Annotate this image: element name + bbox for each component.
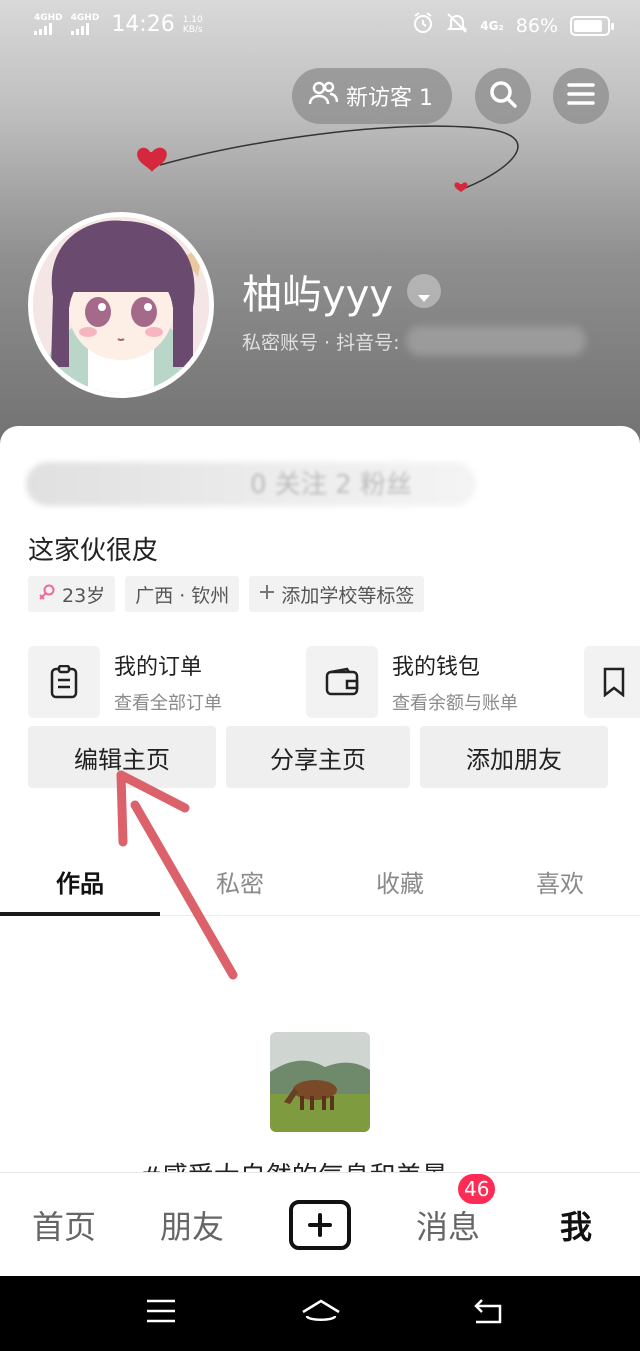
net-speed: 1.10 KB/s	[182, 14, 203, 35]
new-visitors-button[interactable]: 新访客 1	[292, 68, 452, 124]
account-info-text: 私密账号 · 抖音号:	[242, 331, 400, 354]
nav-messages-label: 消息	[415, 1207, 480, 1246]
tab-private[interactable]: 私密	[160, 848, 320, 915]
more-service-button[interactable]	[584, 646, 640, 718]
tab-works[interactable]: 作品	[0, 848, 160, 916]
add-school-tag-label: 添加学校等标签	[281, 584, 415, 607]
add-school-tag-button[interactable]: 添加学校等标签	[249, 576, 425, 612]
battery-icon	[570, 15, 614, 36]
add-friend-button[interactable]: 添加朋友	[420, 726, 608, 788]
follow-stats[interactable]: 0 关注 2 粉丝	[250, 464, 412, 501]
edit-profile-button[interactable]: 编辑主页	[28, 726, 216, 788]
username: 柚屿yyy	[242, 262, 442, 320]
age-tag[interactable]: 23岁	[28, 576, 116, 612]
location-tag-label: 广西 · 钦州	[135, 584, 230, 607]
users-icon	[308, 80, 339, 112]
recent-apps-icon[interactable]	[145, 1298, 177, 1328]
profile-card: 0 关注 2 粉丝 这家伙很皮 23岁 广西 · 钦州 添加学校等标签 我的订单…	[0, 426, 640, 1186]
battery-percent: 86%	[515, 14, 558, 37]
female-icon	[38, 583, 56, 606]
nav-me[interactable]: 我	[512, 1202, 640, 1248]
share-profile-button[interactable]: 分享主页	[226, 726, 410, 788]
status-bar: 4GHD 4GHD 14:26 1.10 KB/s 4G₂ 86%	[0, 0, 640, 50]
menu-icon	[567, 82, 595, 110]
profile-actions: 编辑主页 分享主页 添加朋友	[28, 726, 608, 788]
bottom-navigation: 首页 朋友 消息 46 我	[0, 1171, 640, 1276]
home-icon[interactable]	[300, 1298, 342, 1332]
my-wallet-button[interactable]: 我的钱包 查看余额与账单	[306, 646, 584, 718]
new-visitors-label: 新访客 1	[346, 86, 433, 111]
plus-icon	[289, 1199, 351, 1250]
account-switch-button[interactable]	[407, 274, 442, 308]
bookmark-icon	[584, 646, 640, 718]
nav-messages[interactable]: 消息 46	[384, 1171, 512, 1248]
bio: 这家伙很皮	[28, 536, 159, 566]
tab-favorites[interactable]: 收藏	[320, 848, 480, 915]
account-info: 私密账号 · 抖音号:	[242, 326, 586, 356]
alarm-icon	[412, 12, 434, 39]
menu-button[interactable]	[553, 68, 609, 124]
blurred-douyin-id	[405, 326, 586, 356]
messages-badge: 46	[456, 1171, 498, 1206]
signal-indicator-2: 4GHD	[70, 14, 99, 35]
services-row: 我的订单 查看全部订单 我的钱包 查看余额与账单	[28, 646, 640, 718]
chevron-down-icon	[417, 268, 431, 314]
profile-screen: 4GHD 4GHD 14:26 1.10 KB/s 4G₂ 86% 新访客 1 …	[0, 0, 640, 1276]
tab-likes[interactable]: 喜欢	[480, 848, 640, 915]
nav-create[interactable]	[256, 1199, 384, 1250]
network-type: 4G₂	[480, 18, 504, 33]
mute-icon	[446, 12, 468, 39]
age-tag-label: 23岁	[62, 584, 106, 607]
location-tag[interactable]: 广西 · 钦州	[125, 576, 240, 612]
my-wallet-subtitle: 查看余额与账单	[392, 693, 518, 714]
my-orders-button[interactable]: 我的订单 查看全部订单	[28, 646, 306, 718]
order-icon	[28, 646, 100, 718]
profile-tags: 23岁 广西 · 钦州 添加学校等标签	[28, 576, 425, 612]
username-text: 柚屿yyy	[242, 272, 394, 318]
search-button[interactable]	[475, 68, 531, 124]
cow-grazing-image	[270, 1032, 370, 1132]
my-orders-subtitle: 查看全部订单	[114, 693, 222, 714]
wallet-icon	[306, 646, 378, 718]
search-icon	[488, 79, 518, 113]
heart-doodle-decoration	[137, 125, 519, 192]
my-orders-title: 我的订单	[114, 655, 203, 680]
system-navigation-bar	[0, 1276, 640, 1351]
back-icon[interactable]	[472, 1298, 504, 1330]
my-wallet-title: 我的钱包	[392, 655, 481, 680]
video-thumbnail[interactable]	[270, 1032, 370, 1132]
plus-icon	[259, 583, 275, 605]
content-tabs: 作品 私密 收藏 喜欢	[0, 848, 640, 916]
signal-indicator-1: 4GHD	[34, 14, 63, 35]
clock: 14:26	[111, 12, 175, 37]
anime-girl-avatar-image	[33, 217, 209, 393]
nav-friends[interactable]: 朋友	[128, 1202, 256, 1248]
avatar[interactable]	[28, 212, 214, 398]
nav-home[interactable]: 首页	[0, 1202, 128, 1248]
